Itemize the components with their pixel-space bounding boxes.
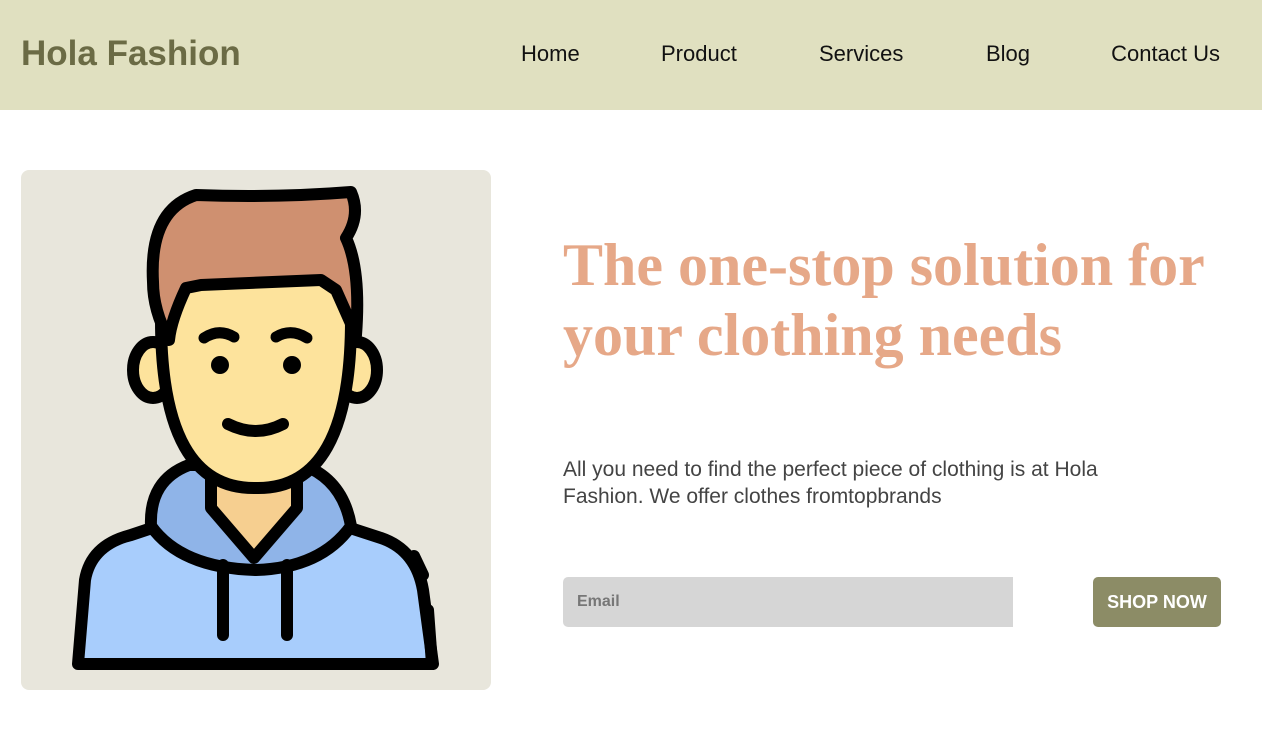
hero-image-card [21,170,491,690]
nav-link-home[interactable]: Home [521,41,580,67]
email-input[interactable] [563,577,1013,627]
avatar-illustration [72,186,439,670]
nav-link-services[interactable]: Services [819,41,903,67]
shop-now-button[interactable]: SHOP NOW [1093,577,1221,627]
brand-logo[interactable]: Hola Fashion [21,33,241,75]
nav-link-blog[interactable]: Blog [986,41,1030,67]
hero-headline: The one-stop solution for your clothing … [563,232,1204,368]
nav-link-contact-us[interactable]: Contact Us [1111,41,1220,67]
nav-link-product[interactable]: Product [661,41,737,67]
navbar: Hola Fashion Home Product Services Blog … [0,0,1262,110]
hero-subtext: All you need to find the perfect piece o… [563,458,1098,508]
